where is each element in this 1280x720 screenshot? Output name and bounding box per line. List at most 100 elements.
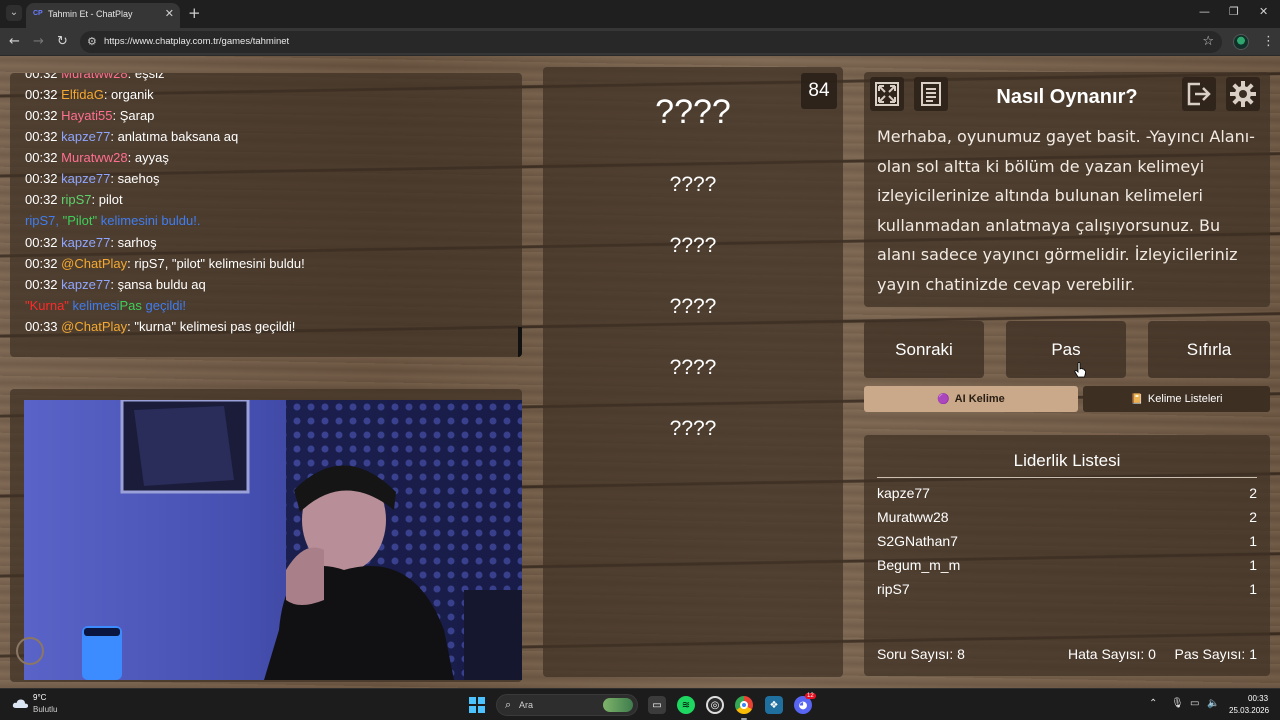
taskbar-search[interactable]: ⌕ Ara [496, 694, 638, 716]
forward-icon[interactable]: → [33, 34, 44, 50]
obs-icon[interactable]: ◎ [706, 696, 724, 714]
chat-username[interactable]: Muratww28 [61, 150, 127, 165]
clock-date[interactable]: 25.03.2026 [1229, 706, 1269, 715]
chat-username[interactable]: ripS7 [61, 192, 91, 207]
ai-icon: 🟣 [937, 393, 950, 405]
pass-button[interactable]: Pas [1006, 321, 1126, 378]
chat-text: eşsiz [134, 73, 165, 81]
game-page: 00:32 Muratww28: eşsiz 00:32 ElfidaG: org… [0, 56, 1280, 688]
chat-text: anlatıma baksana aq [117, 129, 239, 144]
forbidden-word: ???? [669, 417, 717, 440]
chat-timestamp: 00:32 [25, 87, 58, 102]
webcam-video [24, 400, 522, 680]
chat-username[interactable]: Muratww28 [61, 73, 127, 81]
chat-timestamp: 00:32 [25, 150, 58, 165]
back-icon[interactable]: ← [9, 34, 20, 50]
next-button[interactable]: Sonraki [864, 321, 984, 378]
active-tab[interactable]: CP Tahmin Et - ChatPlay ✕ [26, 3, 180, 28]
chat-username[interactable]: kapze77 [61, 235, 110, 250]
reload-icon[interactable]: ↻ [57, 34, 68, 50]
chat-timestamp: 00:32 [25, 108, 58, 123]
notebook-icon: 📔 [1130, 393, 1143, 405]
chat-message: 00:32 kapze77: şansa buldu aq [25, 277, 206, 292]
question-count: Soru Sayısı: 8 [877, 646, 965, 662]
close-icon[interactable]: ✕ [165, 8, 174, 20]
chat-timestamp: 00:32 [25, 192, 58, 207]
chat-timestamp: 00:32 [25, 277, 58, 292]
chat-username[interactable]: kapze77 [61, 277, 110, 292]
system-message-pass: "Kurna" kelimesiPas geçildi! [25, 298, 186, 313]
chat-text: pilot [98, 192, 123, 207]
volume-icon[interactable]: 🔈 [1207, 698, 1219, 710]
tab-bar: ⌄ CP Tahmin Et - ChatPlay ✕ + — ❐ ✕ [0, 0, 1280, 28]
minimize-icon[interactable]: — [1199, 6, 1210, 18]
chat-username[interactable]: kapze77 [61, 171, 110, 186]
microphone-icon[interactable]: 🎙 [1171, 698, 1184, 710]
chat-separator: : [110, 235, 118, 250]
settings-icon[interactable] [1226, 77, 1260, 111]
url-text: https://www.chatplay.com.tr/games/tahmin… [104, 36, 290, 47]
player-name: S2GNathan7 [877, 533, 958, 549]
player-score: 1 [1249, 581, 1257, 597]
forbidden-word: ???? [669, 356, 717, 379]
chat-timestamp: 00:33 [25, 319, 58, 334]
chat-message: 00:32 kapze77: sarhoş [25, 235, 157, 250]
chat-username[interactable]: @ChatPlay [61, 256, 127, 271]
task-view-icon[interactable]: ▭ [648, 696, 666, 714]
chat-username[interactable]: Hayati55 [61, 108, 112, 123]
cloud-icon[interactable] [12, 698, 29, 709]
chat-text: "kurna" kelimesi pas geçildi! [134, 319, 296, 334]
reset-button[interactable]: Sıfırla [1148, 321, 1270, 378]
word-lists-button[interactable]: 📔 Kelime Listeleri [1083, 386, 1270, 412]
display-icon[interactable]: ▭ [1190, 698, 1199, 710]
search-icon: ⌕ [505, 698, 512, 711]
system-user: ripS7, [25, 213, 59, 228]
search-highlight-icon [603, 698, 633, 712]
system-word: "Kurna" [25, 298, 69, 313]
chatplay-favicon-icon: CP [33, 10, 43, 17]
chat-separator: : [127, 150, 135, 165]
plus-icon[interactable]: + [188, 5, 201, 21]
search-placeholder: Ara [519, 700, 534, 710]
webcam-image [24, 400, 522, 680]
tab-search-icon[interactable]: ⌄ [6, 5, 22, 21]
chat-text: ayyaş [134, 150, 169, 165]
chat-scrollbar[interactable] [518, 327, 522, 357]
chevron-up-icon[interactable]: ⌃ [1149, 698, 1157, 710]
chat-text: organik [111, 87, 154, 102]
ai-word-button[interactable]: 🟣 AI Kelime [864, 386, 1078, 412]
circle-badge-icon [16, 637, 44, 665]
how-to-play-text: Merhaba, oyunumuz gayet basit. -Yayıncı … [877, 127, 1255, 294]
windows-start-icon[interactable] [469, 697, 485, 713]
exit-icon[interactable] [1182, 77, 1216, 111]
streaming-app-icon[interactable]: ❖ [765, 696, 783, 714]
more-icon[interactable]: ⋮ [1262, 34, 1275, 50]
chat-message: 00:32 Muratww28: eşsiz [25, 73, 165, 81]
chat-separator: : [127, 73, 135, 81]
chat-username[interactable]: @ChatPlay [61, 319, 127, 334]
chat-message: 00:33 @ChatPlay: "kurna" kelimesi pas ge… [25, 319, 295, 334]
word-lists-label: Kelime Listeleri [1147, 393, 1223, 405]
chat-separator: : [110, 129, 118, 144]
forbidden-word: ???? [669, 173, 717, 196]
ai-word-label: AI Kelime [954, 393, 1005, 405]
system-text: kelimesini buldu!. [100, 213, 201, 228]
restore-icon[interactable]: ❐ [1229, 6, 1239, 18]
clock-time[interactable]: 00:33 [1248, 694, 1268, 703]
weather-temperature[interactable]: 9°C [33, 693, 46, 702]
player-name: kapze77 [877, 485, 930, 501]
spotify-icon[interactable]: ≋ [677, 696, 695, 714]
leaderboard-title: Liderlik Listesi [877, 451, 1257, 478]
profile-avatar[interactable] [1233, 34, 1249, 50]
chrome-icon[interactable] [735, 696, 753, 714]
weather-description[interactable]: Bulutlu [33, 705, 57, 714]
chat-username[interactable]: kapze77 [61, 129, 110, 144]
url-field[interactable]: ⚙ https://www.chatplay.com.tr/games/tahm… [80, 31, 1222, 53]
close-window-icon[interactable]: ✕ [1259, 6, 1268, 18]
chat-message: 00:32 ElfidaG: organik [25, 87, 154, 102]
player-score: 1 [1249, 533, 1257, 549]
chat-username[interactable]: ElfidaG [61, 87, 104, 102]
chat-panel: 00:32 Muratww28: eşsiz 00:32 ElfidaG: org… [10, 73, 522, 357]
star-icon[interactable]: ☆ [1202, 34, 1214, 49]
site-info-icon[interactable]: ⚙ [87, 35, 97, 49]
